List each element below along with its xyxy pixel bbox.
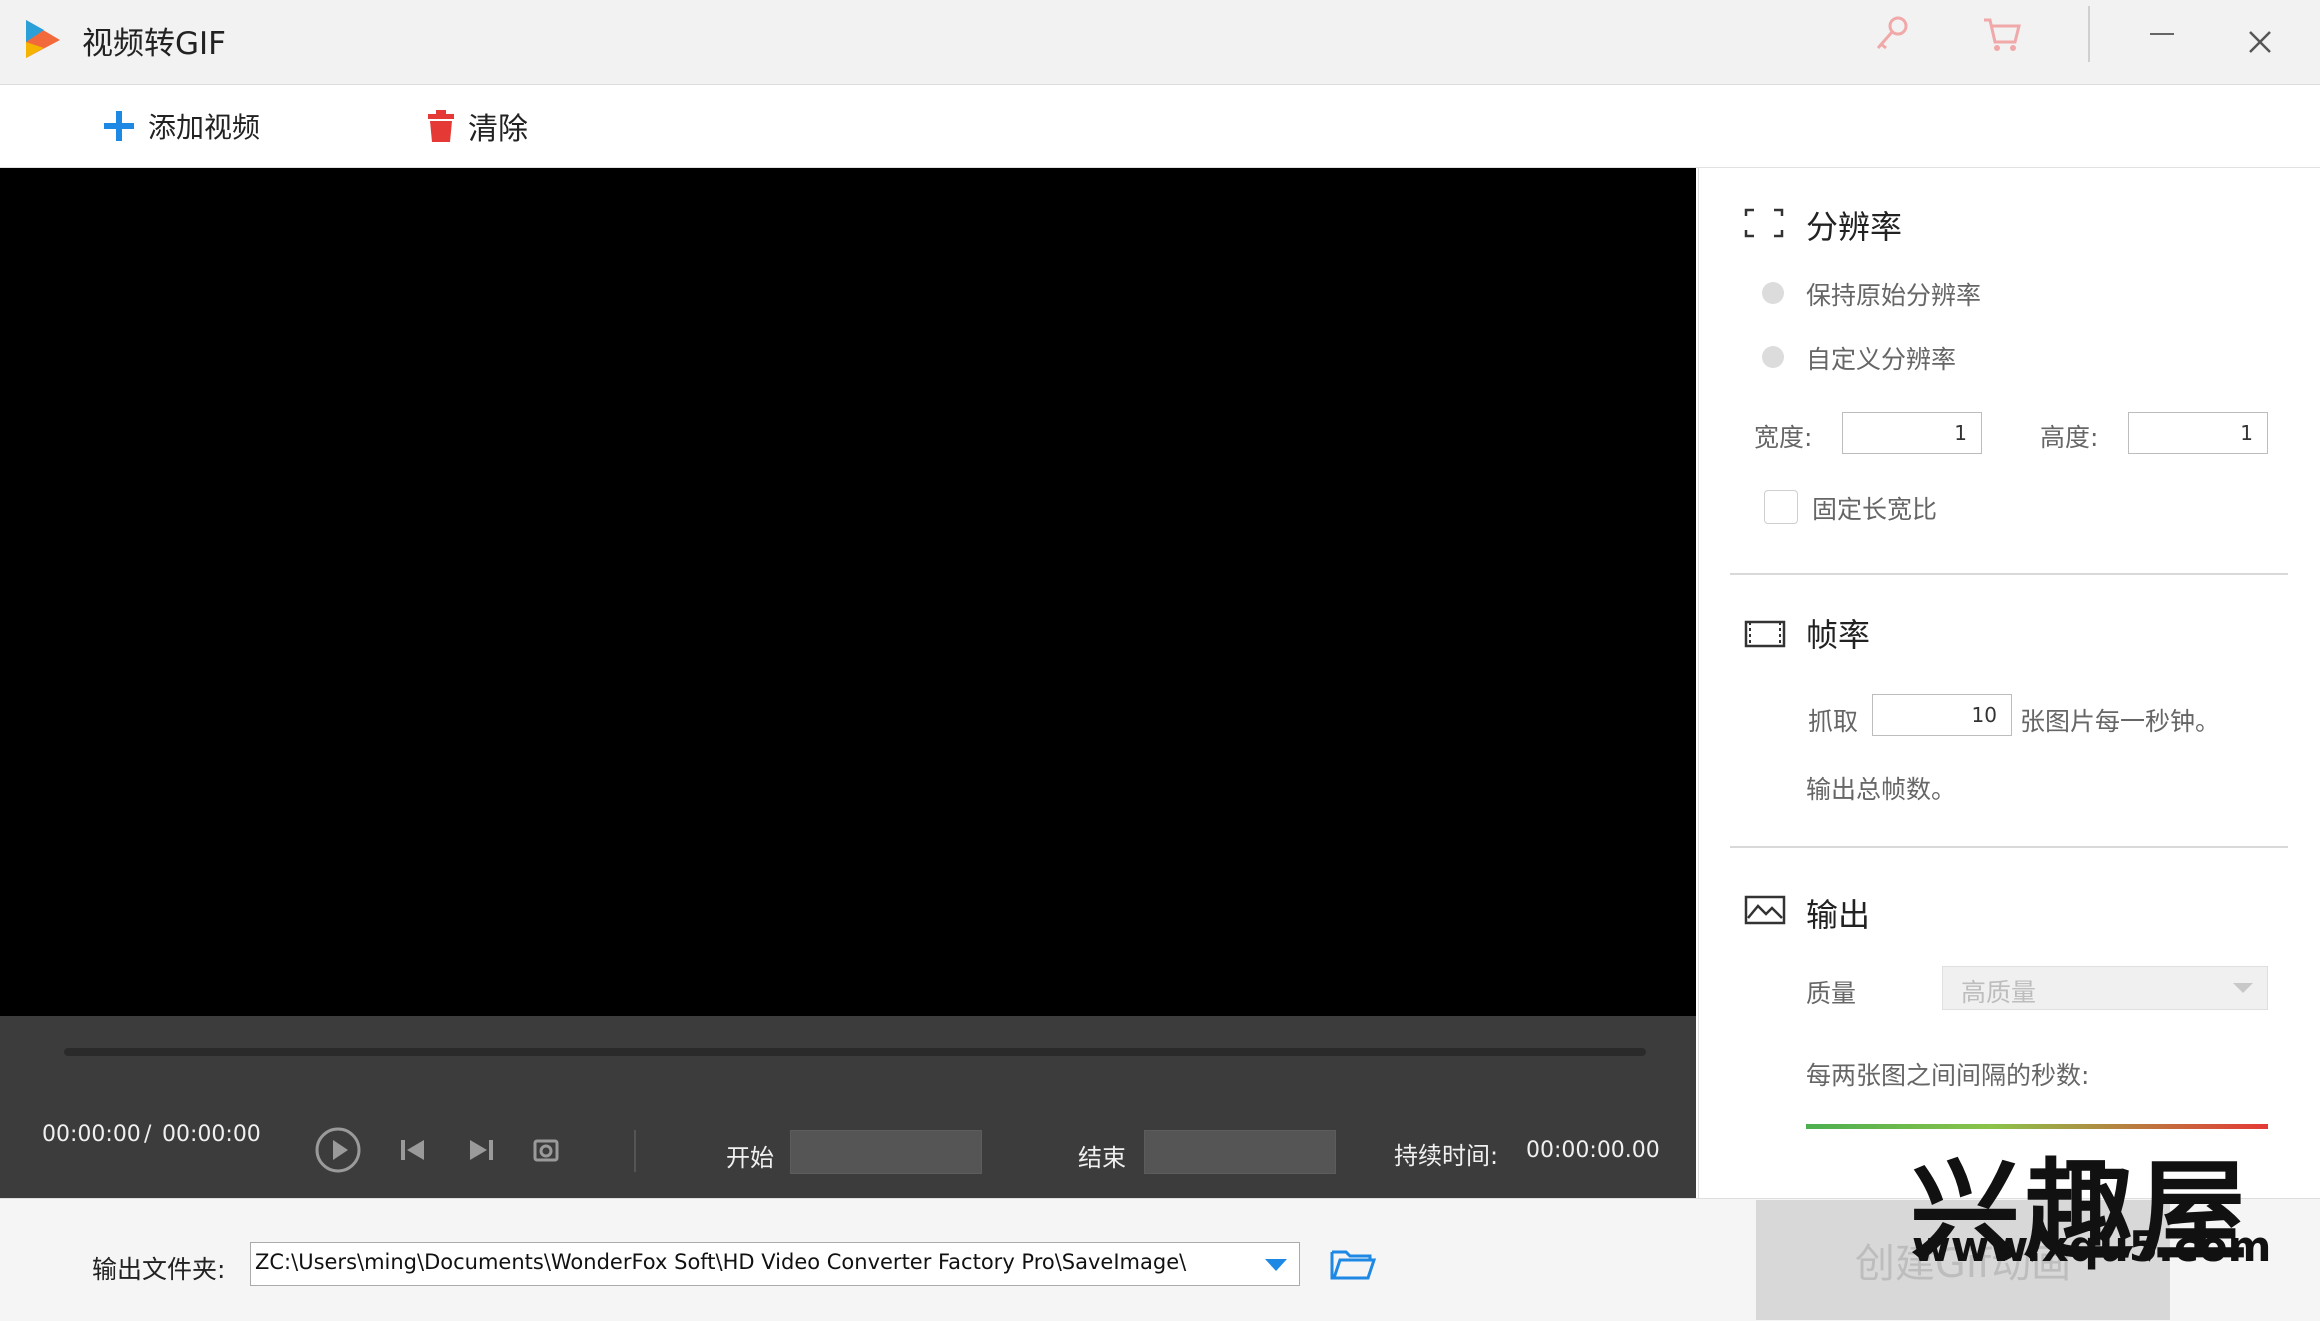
titlebar-divider (2088, 6, 2090, 62)
chevron-down-icon (2233, 983, 2253, 993)
keep-resolution-radio[interactable] (1762, 282, 1784, 304)
trash-icon (428, 110, 454, 142)
height-label: 高度: (2040, 423, 2099, 452)
watermark-url: www.xqu5.com (1912, 1222, 2272, 1271)
lock-ratio-label: 固定长宽比 (1812, 495, 1938, 524)
controls-divider (634, 1130, 636, 1172)
play-button[interactable] (314, 1126, 362, 1178)
browse-folder-button[interactable] (1330, 1246, 1377, 1286)
cart-icon[interactable] (1982, 16, 2022, 63)
custom-resolution-label: 自定义分辨率 (1806, 345, 1957, 374)
custom-resolution-radio[interactable] (1762, 346, 1784, 368)
add-video-label: 添加视频 (148, 111, 261, 144)
progress-slider[interactable] (64, 1048, 1646, 1056)
chevron-down-icon[interactable] (1263, 1257, 1289, 1273)
keep-resolution-label: 保持原始分辨率 (1806, 281, 1982, 310)
duration-label: 持续时间: (1394, 1142, 1499, 1170)
lock-ratio-checkbox[interactable] (1764, 490, 1798, 524)
framerate-title: 帧率 (1806, 616, 1871, 654)
interval-label: 每两张图之间间隔的秒数: (1806, 1061, 2090, 1090)
key-icon[interactable] (1872, 14, 1912, 63)
prev-frame-button[interactable] (398, 1136, 428, 1168)
resolution-title: 分辨率 (1806, 208, 1903, 246)
capture-fps-input[interactable]: 10 (1872, 694, 2012, 736)
camera-icon (533, 1139, 559, 1162)
add-video-button[interactable]: 添加视频 (102, 104, 260, 148)
end-label: 结束 (1078, 1144, 1126, 1172)
folder-icon (1330, 1250, 1377, 1280)
app-title: 视频转GIF (82, 26, 226, 62)
next-frame-button[interactable] (466, 1136, 496, 1168)
settings-panel (1698, 168, 2319, 1198)
end-time-input[interactable] (1144, 1130, 1336, 1174)
width-label: 宽度: (1754, 423, 1813, 452)
capture-label: 抓取 (1808, 707, 1859, 736)
output-title: 输出 (1806, 896, 1871, 934)
app-logo-icon (26, 20, 60, 58)
skip-forward-icon (470, 1140, 493, 1160)
skip-back-icon (401, 1140, 424, 1160)
width-input[interactable]: 1 (1842, 412, 1982, 454)
minimize-button[interactable] (2144, 10, 2180, 55)
clear-label: 清除 (468, 112, 528, 147)
quality-select[interactable]: 高质量 (1942, 966, 2268, 1010)
output-folder-path: ZC:\Users\ming\Documents\WonderFox Soft\… (255, 1250, 1187, 1274)
resolution-icon (1744, 208, 1784, 242)
title-bar (0, 0, 2320, 85)
toolbar (0, 85, 2320, 168)
duration-value: 00:00:00.00 (1526, 1138, 1660, 1163)
close-button[interactable] (2244, 26, 2276, 67)
video-preview (0, 168, 1696, 1016)
start-time-input[interactable] (790, 1130, 982, 1174)
clear-button[interactable]: 清除 (426, 104, 528, 148)
output-folder-input[interactable]: ZC:\Users\ming\Documents\WonderFox Soft\… (250, 1242, 1300, 1286)
current-time: 00:00:00 (42, 1122, 141, 1147)
start-label: 开始 (726, 1144, 774, 1172)
capture-suffix: 张图片每一秒钟。 (2020, 707, 2221, 736)
time-separator: / (144, 1122, 152, 1147)
total-time: 00:00:00 (162, 1122, 261, 1147)
close-icon (2249, 31, 2271, 53)
play-icon (315, 1127, 361, 1173)
height-input[interactable]: 1 (2128, 412, 2268, 454)
total-frames-label: 输出总帧数。 (1806, 775, 1957, 804)
framerate-icon (1744, 618, 1786, 654)
section-divider (1730, 846, 2288, 848)
output-folder-label: 输出文件夹: (92, 1255, 226, 1284)
plus-icon (104, 111, 134, 141)
quality-value: 高质量 (1961, 978, 2037, 1007)
section-divider (1730, 573, 2288, 575)
output-image-icon (1744, 894, 1786, 930)
snapshot-button[interactable] (532, 1136, 560, 1168)
quality-label: 质量 (1806, 979, 1857, 1008)
